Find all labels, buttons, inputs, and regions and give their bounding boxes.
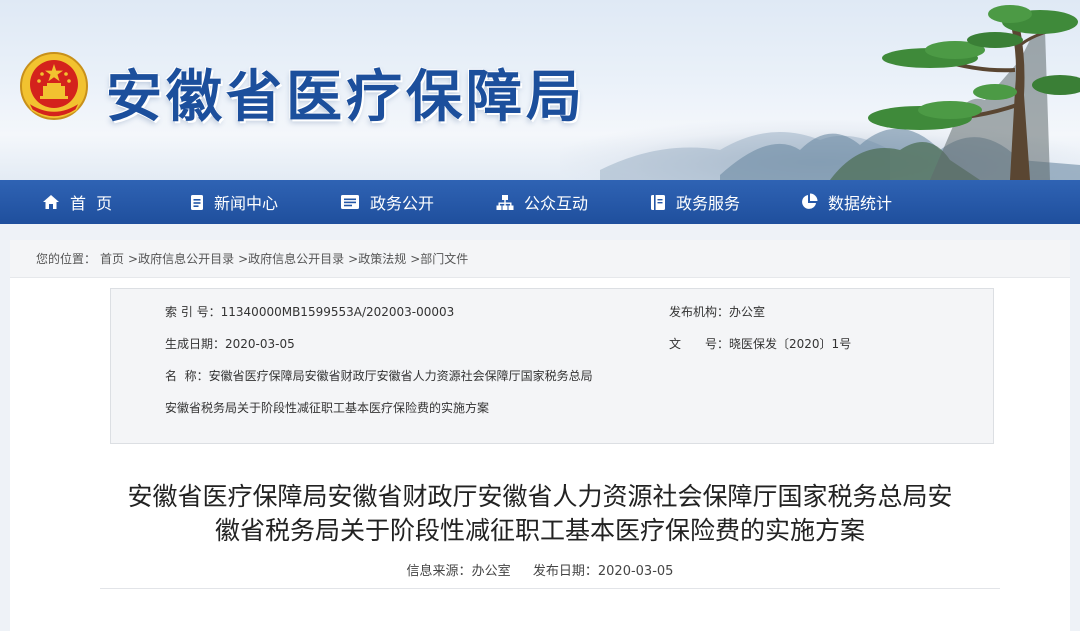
header-banner: 安徽省医疗保障局	[0, 0, 1080, 180]
main-nav: 首 页 新闻中心 政务公开 公众互动 政务服务 数据统计	[0, 180, 1080, 224]
nav-label: 新闻中心	[214, 194, 279, 213]
home-icon	[43, 195, 59, 209]
list-card-icon	[341, 195, 359, 209]
national-emblem-icon	[20, 52, 88, 120]
nav-item-interaction[interactable]: 公众互动	[496, 180, 588, 224]
meta-date-row: 生成日期：2020-03-05	[165, 335, 295, 352]
nav-item-gov-open[interactable]: 政务公开	[340, 180, 434, 224]
nav-item-services[interactable]: 政务服务	[650, 180, 740, 224]
book-icon	[651, 194, 665, 210]
meta-date-value: 2020-03-05	[225, 337, 295, 351]
breadcrumb: 您的位置： 首页 >政府信息公开目录 >政府信息公开目录 >政策法规 >部门文件	[10, 240, 1070, 278]
article-title-line2: 徽省税务局关于阶段性减征职工基本医疗保险费的实施方案	[214, 516, 865, 545]
document-meta-box: 索 引 号：11340000MB1599553A/202003-00003 发布…	[110, 288, 994, 444]
breadcrumb-prefix: 您的位置：	[36, 252, 97, 266]
breadcrumb-link-home[interactable]: 首页	[100, 250, 124, 267]
meta-name-row-2: 安徽省税务局关于阶段性减征职工基本医疗保险费的实施方案	[165, 399, 489, 416]
meta-docno-label: 文 号：	[669, 337, 730, 351]
article-title-line1: 安徽省医疗保障局安徽省财政厅安徽省人力资源社会保障厅国家税务总局安	[127, 482, 953, 511]
article-source-value: 办公室	[471, 564, 511, 579]
nav-label: 数据统计	[828, 194, 893, 213]
meta-name-row: 名 称：安徽省医疗保障局安徽省财政厅安徽省人力资源社会保障厅国家税务总局	[165, 367, 593, 384]
content-panel: 您的位置： 首页 >政府信息公开目录 >政府信息公开目录 >政策法规 >部门文件…	[10, 240, 1070, 631]
meta-index-value: 11340000MB1599553A/202003-00003	[220, 305, 455, 319]
nav-label: 政务服务	[676, 194, 741, 213]
article-date-label: 发布日期：	[532, 564, 598, 579]
article-meta: 信息来源：办公室 发布日期：2020-03-05	[10, 560, 1070, 579]
article-title: 安徽省医疗保障局安徽省财政厅安徽省人力资源社会保障厅国家税务总局安 徽省税务局关…	[50, 480, 1030, 548]
meta-index-label: 索 引 号：	[165, 305, 221, 319]
document-icon	[191, 194, 203, 210]
meta-publisher-value: 办公室	[729, 305, 766, 319]
meta-name-value-line1: 安徽省医疗保障局安徽省财政厅安徽省人力资源社会保障厅国家税务总局	[208, 369, 593, 383]
breadcrumb-link-catalog[interactable]: >政府信息公开目录	[128, 250, 234, 267]
breadcrumb-link-policies[interactable]: >政策法规	[348, 250, 406, 267]
nav-item-home[interactable]: 首 页	[42, 180, 112, 224]
site-title: 安徽省医疗保障局	[106, 65, 586, 130]
nav-item-news[interactable]: 新闻中心	[190, 180, 278, 224]
meta-docno-value: 晓医保发〔2020〕1号	[729, 337, 852, 351]
pine-mountain-illustration	[600, 5, 1080, 180]
nav-label: 首 页	[70, 194, 113, 213]
article-date-value: 2020-03-05	[597, 564, 674, 579]
meta-name-value-line2: 安徽省税务局关于阶段性减征职工基本医疗保险费的实施方案	[165, 401, 490, 415]
breadcrumb-link-dept-docs[interactable]: >部门文件	[410, 250, 468, 267]
nav-label: 政务公开	[370, 194, 435, 213]
breadcrumb-link-catalog-2[interactable]: >政府信息公开目录	[238, 250, 344, 267]
nav-label: 公众互动	[524, 194, 589, 213]
network-icon	[496, 194, 514, 210]
meta-name-label: 名 称：	[165, 369, 209, 383]
meta-docno-row: 文 号：晓医保发〔2020〕1号	[669, 335, 851, 352]
nav-item-statistics[interactable]: 数据统计	[800, 180, 892, 224]
meta-publisher-label: 发布机构：	[669, 305, 730, 319]
content-divider	[100, 588, 1000, 589]
meta-publisher-row: 发布机构：办公室	[669, 303, 765, 320]
pie-chart-icon	[802, 193, 818, 209]
article-source-label: 信息来源：	[406, 564, 472, 579]
meta-date-label: 生成日期：	[165, 337, 226, 351]
meta-index-row: 索 引 号：11340000MB1599553A/202003-00003	[165, 303, 454, 320]
